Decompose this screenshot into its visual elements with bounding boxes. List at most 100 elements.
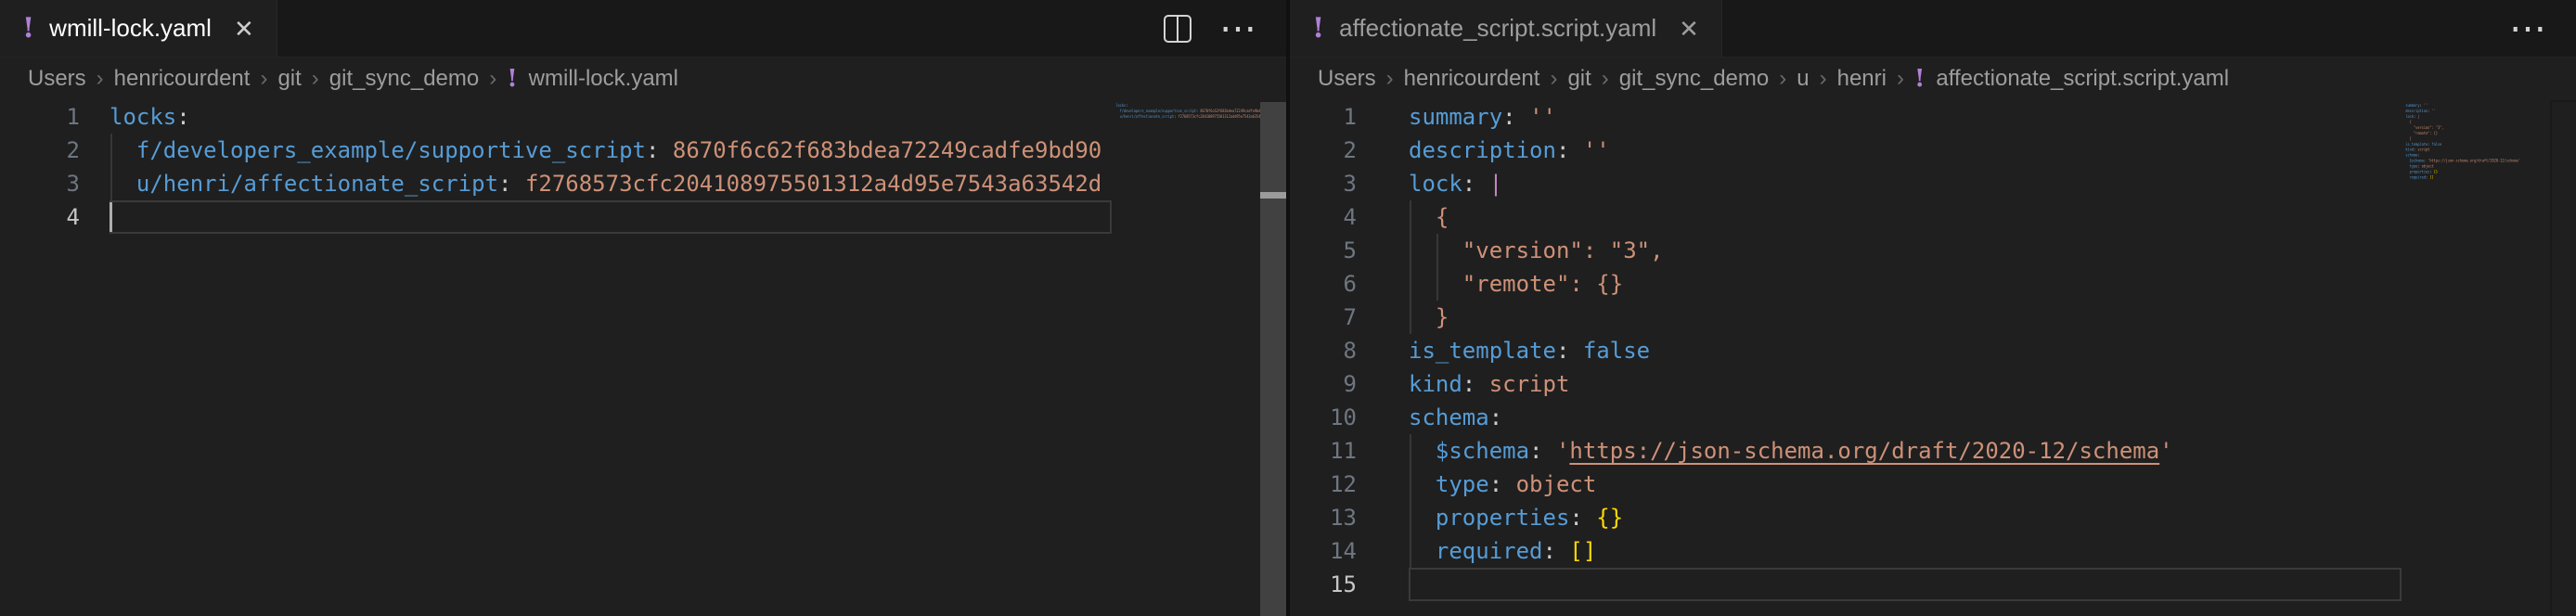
line-number[interactable]: 2 — [1290, 134, 1357, 167]
breadcrumb-item[interactable]: henri — [1837, 66, 1887, 92]
code-line-text: description: '' — [1409, 134, 2402, 167]
breadcrumb-separator-icon: › — [1386, 66, 1394, 92]
line-number[interactable]: 3 — [1290, 167, 1357, 200]
yaml-file-icon: ! — [1914, 67, 1925, 91]
breadcrumb-item-file[interactable]: !wmill-lock.yaml — [507, 66, 678, 92]
indent-guide — [1410, 434, 1411, 468]
line-number[interactable]: 4 — [0, 200, 80, 234]
close-icon[interactable]: ✕ — [1679, 17, 1699, 41]
indent-guide — [1410, 267, 1411, 301]
code-area-right[interactable]: 1summary: ''2description: ''3lock: |4 {5… — [1290, 100, 2402, 616]
code-line[interactable]: 7 } — [1290, 301, 2402, 334]
line-number[interactable]: 10 — [1290, 401, 1357, 434]
code-line[interactable]: 9 kind: script — [1290, 367, 2402, 401]
code-line[interactable]: 12 type: object — [1290, 468, 2402, 501]
code-line[interactable]: 2 f/developers_example/supportive_script… — [0, 134, 1112, 167]
breadcrumb-item[interactable]: git — [277, 66, 301, 92]
more-actions-icon[interactable]: ⋯ — [2509, 15, 2548, 43]
code-line[interactable]: 3 u/henri/affectionate_script: f2768573c… — [0, 167, 1112, 200]
code-line[interactable]: 8 is_template: false — [1290, 334, 2402, 367]
line-number[interactable]: 2 — [0, 134, 80, 167]
indent-guide — [110, 134, 112, 167]
more-actions-icon[interactable]: ⋯ — [1219, 15, 1258, 43]
code-area-left[interactable]: 1locks:2 f/developers_example/supportive… — [0, 100, 1112, 616]
tab-affectionate-script-yaml[interactable]: ! affectionate_script.script.yaml ✕ — [1290, 0, 1722, 57]
minimap-left[interactable]: locks: f/developers_example/supportive_s… — [1112, 100, 1260, 616]
line-number[interactable]: 1 — [0, 100, 80, 134]
code-line-text: schema: — [1409, 401, 2402, 434]
code-line-text: type: object — [1409, 468, 2402, 501]
line-number[interactable]: 3 — [0, 167, 80, 200]
line-number[interactable]: 4 — [1290, 200, 1357, 234]
code-line[interactable]: 11 $schema: 'https://json-schema.org/dra… — [1290, 434, 2402, 468]
breadcrumb-item[interactable]: git_sync_demo — [1619, 66, 1769, 92]
breadcrumb-separator-icon: › — [260, 66, 267, 92]
code-line-text: kind: script — [1409, 367, 2402, 401]
code-line[interactable]: 14 required: [] — [1290, 534, 2402, 568]
line-number[interactable]: 12 — [1290, 468, 1357, 501]
breadcrumb-item[interactable]: git_sync_demo — [329, 66, 479, 92]
breadcrumb-separator-icon: › — [1779, 66, 1786, 92]
line-number[interactable]: 7 — [1290, 301, 1357, 334]
scrollbar-slider[interactable] — [1260, 102, 1286, 616]
code-line-text: is_template: false — [1409, 334, 2402, 367]
yaml-file-icon: ! — [22, 15, 34, 43]
code-line-text: u/henri/affectionate_script: f2768573cfc… — [109, 167, 1112, 200]
indent-guide — [1410, 501, 1411, 534]
code-line[interactable]: 4 — [0, 200, 1112, 234]
indent-guide — [1410, 200, 1411, 234]
breadcrumb-separator-icon: › — [1550, 66, 1557, 92]
line-number[interactable]: 9 — [1290, 367, 1357, 401]
line-number[interactable]: 5 — [1290, 234, 1357, 267]
breadcrumb-item[interactable]: git — [1567, 66, 1591, 92]
breadcrumb-item[interactable]: henricourdent — [1404, 66, 1540, 92]
breadcrumb-separator-icon: › — [1820, 66, 1827, 92]
indent-guide — [110, 167, 112, 200]
breadcrumb-item[interactable]: u — [1797, 66, 1809, 92]
code-line-text — [109, 200, 1112, 234]
code-line[interactable]: 10 schema: — [1290, 401, 2402, 434]
code-line[interactable]: 13 properties: {} — [1290, 501, 2402, 534]
editor-actions-left: ⋯ — [1164, 0, 1286, 57]
scrollbar-left[interactable] — [1260, 100, 1286, 616]
breadcrumb: Users › henricourdent › git › git_sync_demo › u ›… — [1290, 58, 2576, 100]
breadcrumb-item[interactable]: Users — [28, 66, 86, 92]
split-editor-icon[interactable] — [1164, 15, 1191, 43]
line-number[interactable]: 15 — [1290, 568, 1357, 601]
code-line[interactable]: 3 lock: | — [1290, 167, 2402, 200]
code-line[interactable]: 2 description: '' — [1290, 134, 2402, 167]
tab-wmill-lock-yaml[interactable]: ! wmill-lock.yaml ✕ — [0, 0, 277, 57]
code-line[interactable]: 5 "version": "3", — [1290, 234, 2402, 267]
breadcrumb-item[interactable]: henricourdent — [114, 66, 251, 92]
code-line-text: f/developers_example/supportive_script: … — [109, 134, 1112, 167]
indent-guide — [1410, 234, 1411, 267]
code-line[interactable]: 1summary: '' — [1290, 100, 2402, 134]
code-line[interactable]: 15 — [1290, 568, 2402, 601]
code-line-text: $schema: 'https://json-schema.org/draft/… — [1409, 434, 2402, 468]
code-line[interactable]: 4 { — [1290, 200, 2402, 234]
code-line-text: properties: {} — [1409, 501, 2402, 534]
yaml-file-icon: ! — [507, 67, 517, 91]
breadcrumb-separator-icon: › — [312, 66, 319, 92]
line-number[interactable]: 11 — [1290, 434, 1357, 468]
editor-right: 1summary: ''2description: ''3lock: |4 {5… — [1290, 100, 2576, 616]
line-number[interactable]: 8 — [1290, 334, 1357, 367]
editor-left: 1locks:2 f/developers_example/supportive… — [0, 100, 1286, 616]
line-number[interactable]: 14 — [1290, 534, 1357, 568]
breadcrumb-item[interactable]: Users — [1318, 66, 1376, 92]
line-number[interactable]: 13 — [1290, 501, 1357, 534]
breadcrumb: Users›henricourdent›git›git_sync_demo›!w… — [0, 58, 1286, 100]
current-line-highlight — [1409, 568, 2402, 601]
line-number[interactable]: 6 — [1290, 267, 1357, 301]
breadcrumb-item-file[interactable]: !affectionate_script.script.yaml — [1914, 66, 2229, 92]
code-line-text: lock: | — [1409, 167, 2402, 200]
minimap-right[interactable]: summary: ''description: ''lock: | { "ver… — [2402, 100, 2550, 616]
scrollbar-right[interactable] — [2550, 100, 2576, 616]
code-line[interactable]: 1locks: — [0, 100, 1112, 134]
indent-guide — [1436, 267, 1438, 301]
code-line-text: { — [1409, 200, 2402, 234]
line-number[interactable]: 1 — [1290, 100, 1357, 134]
breadcrumb-separator-icon: › — [1897, 66, 1904, 92]
close-icon[interactable]: ✕ — [234, 17, 254, 41]
code-line[interactable]: 6 "remote": {} — [1290, 267, 2402, 301]
